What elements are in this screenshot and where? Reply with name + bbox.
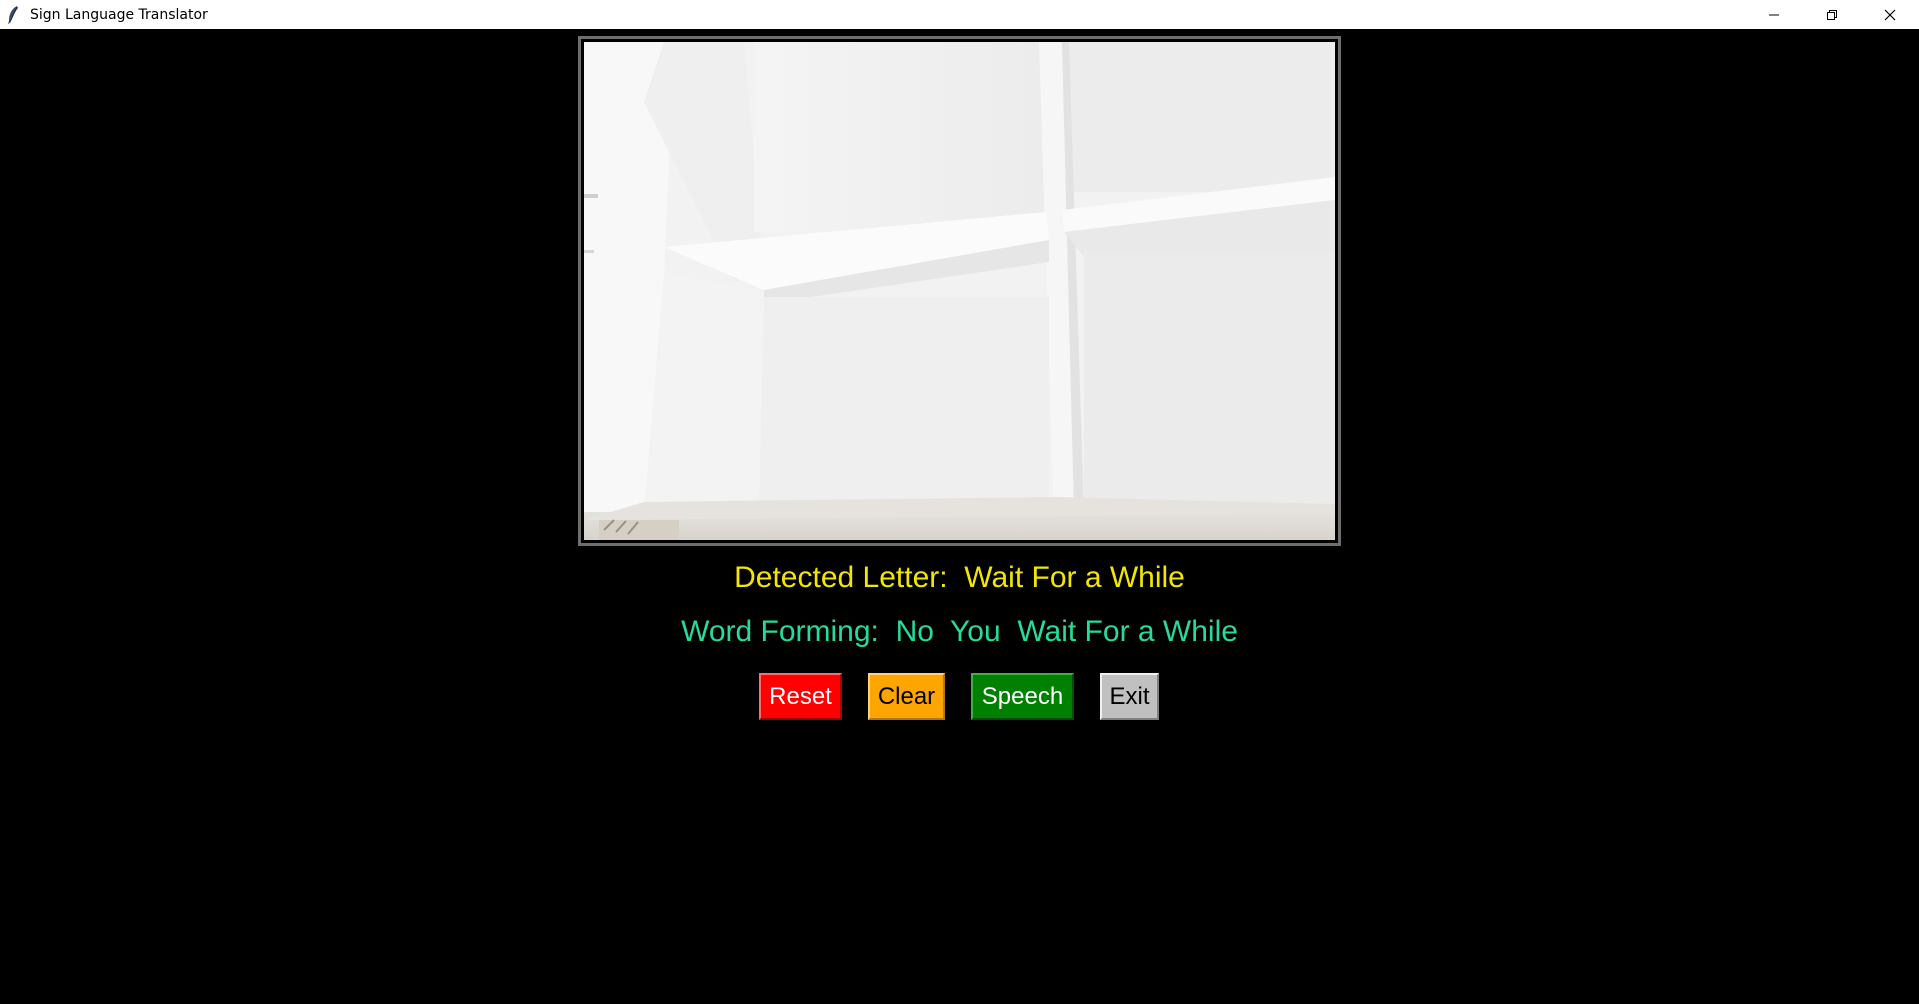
minimize-button[interactable]: [1745, 0, 1803, 29]
reset-button[interactable]: Reset: [759, 673, 842, 720]
detected-letter-label: Detected Letter:: [734, 561, 948, 594]
window-titlebar[interactable]: Sign Language Translator: [0, 0, 1919, 29]
app-window-body: Detected Letter: Wait For a While Word F…: [0, 29, 1919, 1004]
clear-button[interactable]: Clear: [868, 673, 945, 720]
minimize-icon: [1769, 14, 1779, 15]
word-forming-label: Word Forming:: [681, 615, 879, 648]
word-forming-value: No You Wait For a While: [895, 615, 1238, 648]
detected-letter-row: Detected Letter: Wait For a While: [0, 561, 1919, 595]
close-button[interactable]: [1861, 0, 1919, 29]
detected-letter-value: Wait For a While: [964, 561, 1185, 594]
window-controls: [1745, 0, 1919, 29]
window-title: Sign Language Translator: [30, 6, 208, 23]
restore-icon: [1827, 9, 1837, 20]
close-icon: [1884, 9, 1896, 20]
speech-button[interactable]: Speech: [971, 673, 1074, 720]
restore-button[interactable]: [1803, 0, 1861, 29]
exit-button[interactable]: Exit: [1100, 673, 1159, 720]
feather-icon: [4, 5, 22, 25]
camera-feed-image: [584, 42, 1335, 540]
word-forming-row: Word Forming: No You Wait For a While: [0, 615, 1919, 649]
camera-feed-frame: [578, 36, 1341, 546]
